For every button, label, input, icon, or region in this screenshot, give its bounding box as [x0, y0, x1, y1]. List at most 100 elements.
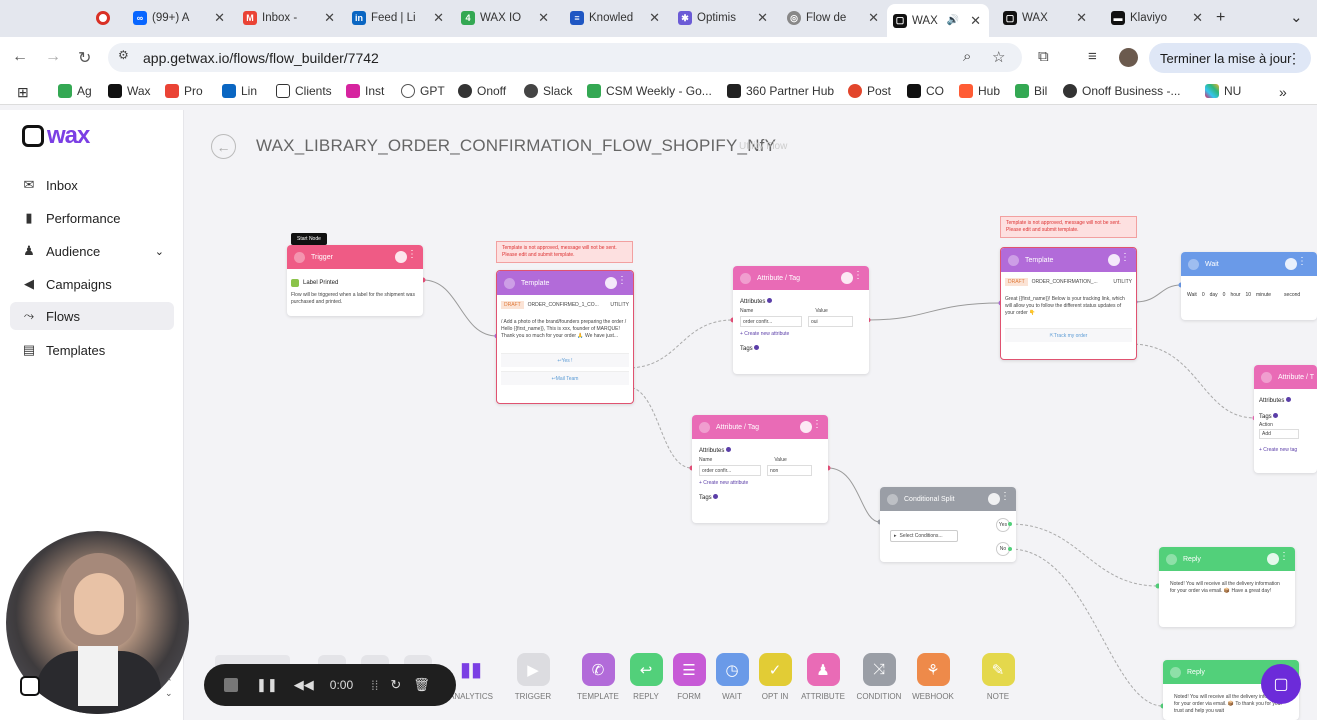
action-select[interactable]: Add — [1259, 429, 1299, 439]
url-button[interactable]: ⇱ Track my order — [1005, 328, 1132, 342]
toolbar-template[interactable]: ✆ TEMPLATE — [573, 653, 623, 701]
hours-label: hour — [1230, 292, 1241, 298]
quick-reply-button[interactable]: ↩ Yes ! — [501, 353, 629, 367]
toggle-icon[interactable] — [1267, 553, 1279, 565]
toolbar-trigger[interactable]: ▶ TRIGGER — [508, 653, 558, 701]
more-icon[interactable]: ⋮ — [853, 270, 863, 281]
wait-label: Wait — [1187, 292, 1197, 298]
edge — [422, 279, 498, 337]
node-header: Reply ⋮ — [1159, 547, 1295, 571]
screen-recorder-bar: ❚❚ ◀◀ 0:00 ⁞⁞ ↻ 🗑 — [204, 664, 456, 706]
toggle-icon[interactable] — [1285, 258, 1297, 270]
attribute-node[interactable]: Attribute / T Attributes Tags Action Add… — [1254, 365, 1317, 473]
minutes-label: minute — [1256, 292, 1272, 298]
value-label: Value — [815, 308, 828, 314]
no-port[interactable] — [1008, 547, 1012, 551]
trash-icon[interactable]: 🗑 — [413, 677, 430, 693]
select-conditions-button[interactable]: ▸ Select Conditions... — [890, 530, 958, 542]
info-icon — [1286, 397, 1292, 402]
tags-label: Tags — [699, 495, 712, 501]
pause-icon[interactable]: ❚❚ — [256, 677, 278, 693]
node-body: Attributes Name Value order confir... non … — [692, 439, 828, 501]
quick-reply-button[interactable]: ↩ Mail Team — [501, 371, 629, 385]
template-body: / Add a photo of the brand/founders prep… — [501, 319, 627, 339]
attributes-label: Attributes — [740, 299, 766, 305]
more-icon[interactable]: ⋮ — [1000, 491, 1010, 502]
attributes-label: Attributes — [1259, 398, 1285, 404]
toolbar-condition[interactable]: ⤨ CONDITION — [854, 653, 904, 701]
edge — [827, 467, 881, 523]
attribute-name-select[interactable]: order confir... — [699, 465, 761, 476]
webhook-icon: ⚘ — [916, 653, 950, 686]
attribute-node[interactable]: Attribute / Tag ⋮ Attributes Name Value or… — [692, 415, 828, 523]
edge — [867, 302, 1002, 321]
minutes-value[interactable]: 10 — [1245, 292, 1251, 298]
attribute-node[interactable]: Attribute / Tag ⋮ Attributes Name Value or… — [733, 266, 869, 374]
user-icon: ♟ — [806, 653, 840, 686]
create-attribute-link[interactable]: + Create new attribute — [740, 331, 862, 337]
more-icon[interactable]: ⋮ — [1279, 551, 1289, 562]
rewind-icon[interactable]: ◀◀ — [294, 677, 314, 693]
user-icon — [1261, 371, 1272, 383]
info-icon — [713, 494, 719, 499]
yes-port[interactable] — [1008, 522, 1012, 526]
more-icon[interactable]: ⋮ — [407, 249, 417, 260]
button-label: Select Conditions... — [899, 533, 943, 539]
more-icon[interactable]: ⋮ — [617, 275, 627, 286]
reply-node[interactable]: Reply ⋮ Noted! You will receive all the d… — [1159, 547, 1295, 627]
create-attribute-link[interactable]: + Create new attribute — [699, 480, 821, 486]
attribute-value-input[interactable]: non — [767, 465, 812, 476]
toggle-icon[interactable] — [841, 272, 853, 284]
toggle-icon[interactable] — [800, 421, 812, 433]
attributes-heading: Attributes — [699, 447, 821, 454]
reply-icon — [1170, 666, 1181, 678]
condition-node[interactable]: Conditional Split ⋮ Yes No ▸ Select Condit… — [880, 487, 1016, 562]
expand-icon[interactable]: ⌃ ⌄ — [165, 677, 173, 699]
toggle-icon[interactable] — [988, 493, 1000, 505]
toolbar-optin[interactable]: ✓ OPT IN — [750, 653, 800, 701]
toolbar-attribute[interactable]: ♟ ATTRIBUTE — [798, 653, 848, 701]
tool-label: OPT IN — [761, 692, 789, 701]
toggle-icon[interactable] — [395, 251, 407, 263]
clock-icon — [1188, 258, 1199, 270]
template-node[interactable]: Template ⋮ DRAFT ORDER_CONFIRMATION_... UTI… — [1000, 247, 1137, 360]
days-value[interactable]: 0 — [1202, 292, 1205, 298]
trigger-event: Label Printed — [291, 279, 419, 287]
toolbar-note[interactable]: ✎ NOTE — [973, 653, 1023, 701]
edge — [1134, 284, 1182, 303]
attributes-heading: Attributes — [1259, 397, 1312, 404]
attribute-value-input[interactable]: oui — [808, 316, 853, 327]
more-icon[interactable]: ⋮ — [812, 419, 822, 430]
node-title: Conditional Split — [904, 495, 955, 503]
toggle-icon[interactable] — [605, 277, 617, 289]
toolbar-webhook[interactable]: ⚘ WEBHOOK — [908, 653, 958, 701]
restart-icon[interactable]: ↻ — [390, 677, 401, 693]
chat-widget-icon[interactable]: ▢ — [1261, 664, 1301, 704]
more-icon[interactable]: ⋮ — [1120, 252, 1130, 263]
seconds-label: second — [1284, 292, 1301, 298]
attribute-name-select[interactable]: order confir... — [740, 316, 802, 327]
node-header: Attribute / T — [1254, 365, 1317, 389]
trigger-node[interactable]: Trigger ⋮ Label Printed Flow will be trig… — [287, 245, 423, 316]
template-node[interactable]: Template ⋮ DRAFT ORDER_CONFIRMED_1_CO... UT… — [496, 270, 634, 404]
tool-label: NOTE — [986, 692, 1010, 701]
drag-handle-icon[interactable]: ⁞⁞ — [371, 678, 378, 693]
node-body: DRAFT ORDER_CONFIRMATION_... UTILITY Great… — [1001, 272, 1136, 342]
node-header: Template ⋮ — [497, 271, 633, 295]
stop-icon[interactable] — [224, 678, 238, 692]
wait-duration: Wait 0 day 0 hour 10 minute second — [1181, 276, 1317, 298]
wax-corner-icon[interactable] — [20, 676, 40, 696]
field-labels: Name Value — [699, 457, 821, 463]
node-title: Wait — [1205, 260, 1219, 268]
wait-node[interactable]: Wait ⋮ Wait 0 day 0 hour 10 minute second — [1181, 252, 1317, 320]
toggle-icon[interactable] — [1108, 254, 1120, 266]
hours-value[interactable]: 0 — [1223, 292, 1226, 298]
more-icon[interactable]: ⋮ — [1297, 256, 1307, 267]
status-badge: DRAFT — [501, 301, 524, 309]
field-labels: Name Value — [740, 308, 862, 314]
note-icon: ✎ — [981, 653, 1015, 686]
whatsapp-icon: ✆ — [581, 653, 615, 686]
play-icon — [294, 251, 305, 263]
create-tag-link[interactable]: + Create new tag — [1259, 447, 1312, 453]
template-name: ORDER_CONFIRMATION_... — [1031, 279, 1098, 285]
